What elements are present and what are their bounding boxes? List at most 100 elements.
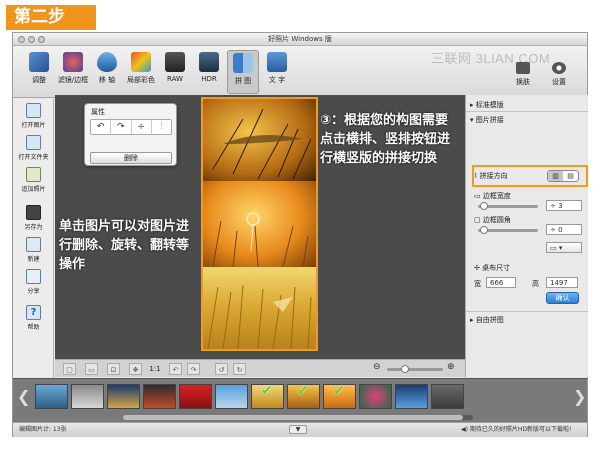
rotate-right-icon[interactable]: ↷ bbox=[187, 363, 200, 375]
collage-photo-feather[interactable] bbox=[203, 99, 316, 181]
border-radius-value: 0 bbox=[558, 226, 563, 234]
undo-icon[interactable]: ↺ bbox=[215, 363, 228, 375]
collage-photo-wheat[interactable] bbox=[203, 267, 316, 350]
thumbnail[interactable] bbox=[395, 384, 428, 409]
sidebar-item-label: 另存为 bbox=[24, 224, 43, 231]
crop-icon[interactable]: ⊡ bbox=[107, 363, 120, 375]
filmstrip-scroll-thumb[interactable] bbox=[123, 415, 463, 420]
filmstrip-next-icon[interactable]: ❯ bbox=[573, 387, 586, 406]
toolbar-text-button[interactable]: 文 字 bbox=[261, 50, 293, 94]
filmstrip-prev-icon[interactable]: ❮ bbox=[17, 387, 30, 406]
section-standard-template[interactable]: ▸ 标准模版 bbox=[470, 100, 504, 110]
filmstrip-scrollbar[interactable] bbox=[123, 415, 473, 420]
zoom-1-1-button[interactable]: 1:1 bbox=[147, 363, 163, 375]
folder-icon bbox=[26, 135, 41, 150]
rotate-cw-icon[interactable]: ↷ bbox=[111, 120, 132, 134]
sidebar-item-share[interactable]: 分享 bbox=[13, 269, 54, 295]
flip-horizontal-icon[interactable]: ⫶ bbox=[152, 120, 171, 134]
sidebar-item-open-image[interactable]: 打开图片 bbox=[13, 103, 54, 129]
close-window-button[interactable] bbox=[18, 36, 25, 43]
toolbar-collage-button[interactable]: 拼 图 bbox=[227, 50, 259, 94]
thumbnail[interactable] bbox=[359, 384, 392, 409]
zoom-out-icon[interactable]: ⊖ bbox=[373, 362, 381, 372]
divider bbox=[466, 311, 588, 312]
adjust-icon bbox=[29, 52, 49, 72]
delete-button[interactable]: 删除 bbox=[90, 152, 172, 164]
collage-photo-dandelion[interactable] bbox=[203, 181, 316, 268]
sidebar-item-save-as[interactable]: 另存为 bbox=[13, 205, 54, 231]
sidebar-item-new[interactable]: 新建 bbox=[13, 237, 54, 263]
zoom-slider[interactable] bbox=[387, 365, 443, 373]
toolbar-adjust-button[interactable]: 调整 bbox=[23, 50, 55, 94]
border-width-slider[interactable] bbox=[478, 202, 538, 210]
flip-vertical-icon[interactable]: ÷ bbox=[132, 120, 152, 134]
status-right-text: 期待已久的好照片HD新版可以下载啦! bbox=[469, 426, 572, 433]
save-icon bbox=[26, 205, 41, 220]
properties-title: 属性 bbox=[91, 108, 105, 116]
toolbar-raw-button[interactable]: RAW bbox=[159, 50, 191, 94]
zoom-slider-knob[interactable] bbox=[401, 365, 409, 373]
border-width-field[interactable]: ÷ 3 bbox=[546, 200, 582, 211]
status-left: 编辑图片计: 13张 bbox=[19, 426, 67, 433]
sidebar-item-label: 新建 bbox=[27, 256, 40, 263]
canvas-size-text: 桌布尺寸 bbox=[482, 264, 511, 272]
title-bar: 好照片 Windows 版 bbox=[13, 33, 587, 46]
section-image-stitch[interactable]: ▾ 图片拼接 bbox=[470, 115, 504, 125]
section-free-stitch[interactable]: ▸ 自由拼图 bbox=[470, 315, 504, 325]
thumbnail[interactable] bbox=[71, 384, 104, 409]
transform-buttons: ↶ ↷ ÷ ⫶ bbox=[90, 119, 172, 135]
toolbar-label: HDR bbox=[201, 75, 217, 83]
toolbar-tilt-shift-button[interactable]: 移 轴 bbox=[91, 50, 123, 94]
apply-size-button[interactable]: 确认 bbox=[546, 292, 579, 304]
zoom-in-icon[interactable]: ⊕ bbox=[447, 362, 455, 372]
stitch-direction-label: ⌇ 拼接方向 bbox=[474, 172, 508, 180]
width-input[interactable]: 666 bbox=[486, 277, 516, 288]
thumbnail[interactable] bbox=[107, 384, 140, 409]
sidebar-item-append-photo[interactable]: 追加照片 bbox=[13, 167, 54, 193]
feather-grass-image bbox=[212, 108, 312, 180]
toggle-filmstrip-icon[interactable]: ▼ bbox=[289, 425, 307, 434]
rotate-ccw-icon[interactable]: ↶ bbox=[91, 120, 112, 134]
toolbar-filter-button[interactable]: 滤镜/边框 bbox=[57, 50, 89, 94]
maximize-window-button[interactable] bbox=[38, 36, 45, 43]
frame-icon[interactable]: ▭ bbox=[85, 363, 98, 375]
thumbnail[interactable] bbox=[143, 384, 176, 409]
toolbar-label: 调整 bbox=[32, 76, 46, 84]
thumbnail[interactable] bbox=[431, 384, 464, 409]
border-width-knob[interactable] bbox=[480, 202, 488, 210]
redo-icon[interactable]: ↻ bbox=[233, 363, 246, 375]
rotate-left-icon[interactable]: ↶ bbox=[169, 363, 182, 375]
height-input[interactable]: 1497 bbox=[546, 277, 578, 288]
border-radius-slider[interactable] bbox=[478, 226, 538, 234]
sidebar-item-open-folder[interactable]: 打开文件夹 bbox=[13, 135, 54, 161]
border-radius-knob[interactable] bbox=[480, 226, 488, 234]
toolbar-settings-button[interactable]: 设置 bbox=[543, 60, 575, 94]
toolbar-label: RAW bbox=[167, 75, 183, 83]
toolbar-label: 滤镜/边框 bbox=[57, 76, 89, 84]
main-toolbar: 三联网 3LIAN.COM 调整 滤镜/边框 移 轴 局部彩色 RAW HDR … bbox=[13, 46, 587, 98]
sidebar-item-label: 打开文件夹 bbox=[18, 154, 49, 161]
sidebar-item-label: 分享 bbox=[27, 288, 40, 295]
vertical-layout-button[interactable]: ▤ bbox=[563, 171, 578, 181]
partial-color-icon bbox=[131, 52, 151, 72]
thumbnail[interactable] bbox=[215, 384, 248, 409]
border-radius-field[interactable]: ÷ 0 bbox=[546, 224, 582, 235]
horizontal-layout-button[interactable]: ▥ bbox=[548, 171, 563, 181]
status-right[interactable]: ◀) 期待已久的好照片HD新版可以下载啦! bbox=[461, 423, 571, 437]
gear-icon bbox=[552, 62, 566, 74]
sidebar-item-help[interactable]: ? 帮助 bbox=[13, 305, 54, 331]
canvas-size-label: ✢ 桌布尺寸 bbox=[474, 264, 511, 272]
select-icon[interactable]: ▢ bbox=[63, 363, 76, 375]
toolbar-skin-button[interactable]: 换肤 bbox=[507, 60, 539, 94]
border-color-dropdown[interactable]: ▭ ▾ bbox=[546, 242, 582, 253]
move-icon[interactable]: ✥ bbox=[129, 363, 142, 375]
minimize-window-button[interactable] bbox=[28, 36, 35, 43]
collage-canvas: 属性 ↶ ↷ ÷ ⫶ 删除 单击图片可以对图片进行删除、旋转、翻转等操作 ③：根… bbox=[55, 95, 465, 359]
divider bbox=[466, 111, 588, 112]
selected-check-icon: ✔ bbox=[333, 383, 345, 399]
border-width-text: 边框宽度 bbox=[482, 192, 511, 200]
thumbnail[interactable] bbox=[35, 384, 68, 409]
toolbar-partial-color-button[interactable]: 局部彩色 bbox=[125, 50, 157, 94]
thumbnail[interactable] bbox=[179, 384, 212, 409]
toolbar-hdr-button[interactable]: HDR bbox=[193, 50, 225, 94]
